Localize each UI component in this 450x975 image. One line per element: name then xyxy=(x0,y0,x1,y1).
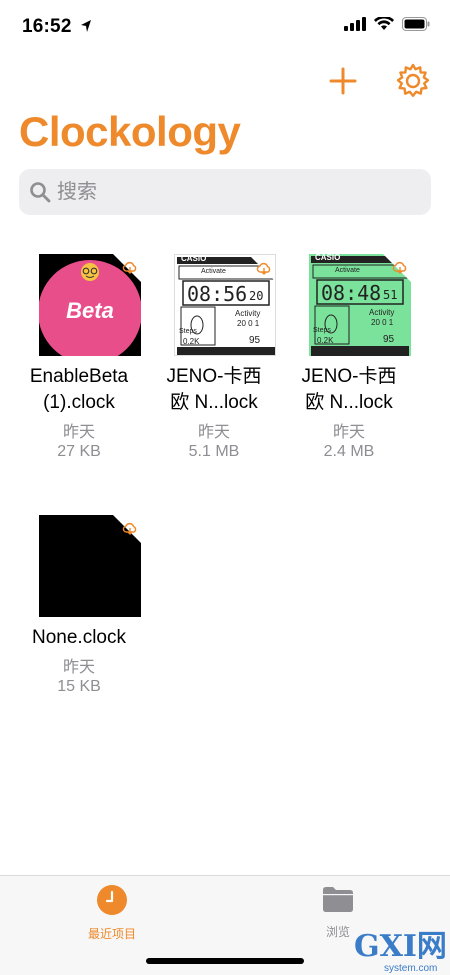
watch-time: 08:48 xyxy=(321,281,382,305)
file-name: JENO-卡西 欧 N...lock xyxy=(301,366,397,413)
casio-brand: CASIO xyxy=(315,254,341,262)
file-item-none[interactable]: None.clock 昨天 15 KB xyxy=(14,515,144,705)
file-date: 昨天 xyxy=(62,659,95,676)
file-name: EnableBeta (1).clock xyxy=(29,366,129,413)
cloud-download-icon xyxy=(256,262,271,275)
cellular-signal-icon xyxy=(344,17,366,31)
file-size: 27 KB xyxy=(57,443,101,460)
mode-label: Activate xyxy=(335,267,360,274)
file-name: JENO-卡西 欧 N...lock xyxy=(166,366,262,413)
cloud-download-icon xyxy=(122,522,137,535)
tab-recent[interactable]: 最近项目 xyxy=(52,884,172,942)
activity-label: Activity xyxy=(235,309,261,318)
activity-value: 20 0 1 xyxy=(371,318,394,327)
toolbar xyxy=(0,58,450,102)
wifi-icon xyxy=(374,17,394,30)
watch-time: 08:56 xyxy=(187,282,248,306)
status-time: 16:52 xyxy=(22,16,72,37)
mode-label: Activate xyxy=(201,268,226,275)
steps-value: 0.2K xyxy=(317,336,334,345)
status-icons xyxy=(344,17,430,31)
file-thumbnail[interactable] xyxy=(39,515,141,617)
watermark-domain: system.com xyxy=(384,963,438,974)
file-size: 5.1 MB xyxy=(188,443,240,460)
cloud-download-icon xyxy=(392,261,407,274)
file-item-jeno-white[interactable]: CASIO Activate 08:56 20 Activity 20 0 1 … xyxy=(149,254,279,474)
file-thumbnail[interactable]: CASIO Activate 08:56 20 Activity 20 0 1 … xyxy=(174,254,276,356)
beta-label: Beta xyxy=(66,298,114,323)
file-date: 昨天 xyxy=(62,424,95,441)
status-bar: 16:52 xyxy=(0,0,450,56)
watermark: GXI网 system.com xyxy=(354,929,447,975)
file-size: 2.4 MB xyxy=(323,443,375,460)
tab-recent-label: 最近项目 xyxy=(87,927,136,941)
file-name: None.clock xyxy=(32,627,126,648)
search-input[interactable] xyxy=(57,169,417,215)
steps-label: Steps xyxy=(313,327,331,334)
add-icon[interactable] xyxy=(326,64,360,98)
location-arrow-icon xyxy=(81,20,91,32)
battery-icon xyxy=(402,17,430,31)
casio-brand: CASIO xyxy=(181,254,207,263)
file-item-enablebeta[interactable]: Beta EnableBeta (1).clock 昨天 27 KB xyxy=(14,254,144,474)
heart-rate-value: 95 xyxy=(249,335,261,346)
steps-label: Steps xyxy=(179,328,197,335)
home-indicator xyxy=(146,958,304,964)
cloud-download-icon xyxy=(122,261,137,274)
watch-seconds: 20 xyxy=(249,289,264,303)
activity-value: 20 0 1 xyxy=(237,319,260,328)
heart-rate-value: 95 xyxy=(383,334,395,345)
folder-icon xyxy=(323,887,353,912)
page-title: Clockology xyxy=(19,108,241,155)
file-thumbnail[interactable]: Beta xyxy=(39,254,141,356)
gear-icon[interactable] xyxy=(394,62,432,100)
file-size: 15 KB xyxy=(57,678,101,695)
watch-seconds: 51 xyxy=(383,288,398,302)
activity-label: Activity xyxy=(369,308,395,317)
file-item-jeno-green[interactable]: CASIO Activate 08:48 51 Activity 20 0 1 … xyxy=(284,254,414,474)
watermark-logo: GXI网 xyxy=(354,929,447,964)
file-date: 昨天 xyxy=(332,424,365,441)
search-icon xyxy=(30,182,51,203)
steps-value: 0.2K xyxy=(183,337,200,346)
file-date: 昨天 xyxy=(197,424,230,441)
clock-icon xyxy=(97,885,127,915)
search-bar[interactable] xyxy=(19,169,431,215)
file-thumbnail[interactable]: CASIO Activate 08:48 51 Activity 20 0 1 … xyxy=(309,254,411,356)
